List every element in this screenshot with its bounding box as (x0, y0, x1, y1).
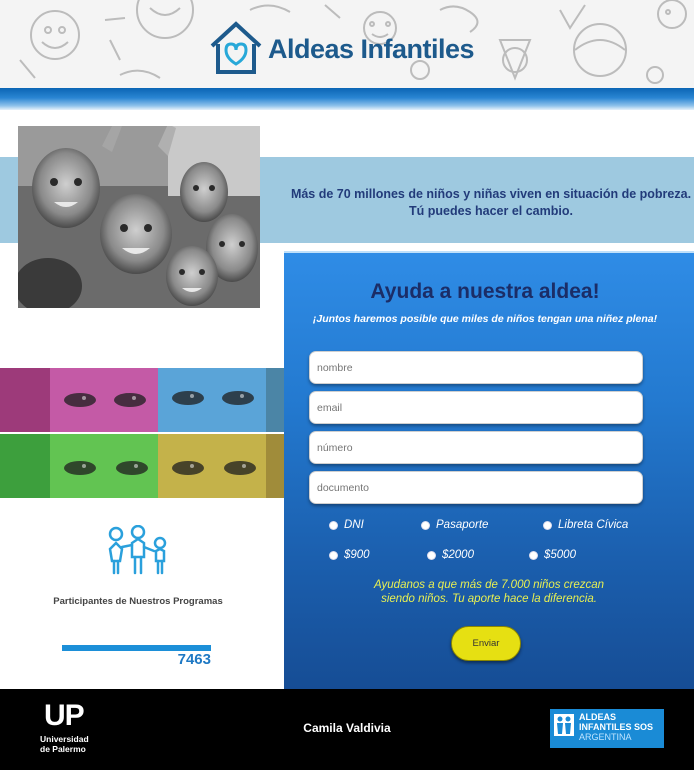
radio-libreta-civica[interactable]: Libreta Cívica (544, 519, 628, 531)
donation-form: Ayuda a nuestra aldea! ¡Juntos haremos p… (284, 251, 694, 689)
radio-amount-5000[interactable]: $5000 (530, 549, 576, 561)
header-bar (0, 88, 694, 110)
form-message-line-2: siendo niños. Tu aporte hace la diferenc… (381, 593, 597, 605)
radio-label: $2000 (442, 549, 474, 561)
radio-amount-2000[interactable]: $2000 (428, 549, 474, 561)
brand-logo[interactable]: Aldeas Infantiles (208, 20, 498, 76)
radio-label: Libreta Cívica (558, 519, 629, 531)
header: Aldeas Infantiles (0, 0, 694, 88)
radio-dot[interactable] (422, 521, 429, 529)
sos-logo[interactable]: ALDEAS INFANTILES SOS ARGENTINA (550, 709, 664, 748)
house-heart-icon (210, 21, 262, 74)
sos-line-1: ALDEAS (579, 712, 617, 722)
footer: UP Universidad de Palermo Camila Valdivi… (0, 689, 694, 770)
sos-line-3: ARGENTINA (579, 732, 632, 742)
form-subtitle: ¡Juntos haremos posible que miles de niñ… (312, 313, 658, 325)
radio-dot[interactable] (544, 521, 551, 529)
banner-text: Más de 70 millones de niños y niñas vive… (288, 186, 694, 220)
document-type-group: DNI Pasaporte Libreta Cívica (284, 519, 694, 535)
radio-pasaporte[interactable]: Pasaporte (422, 519, 488, 531)
university-name-line-2: de Palermo (40, 744, 86, 754)
radio-dni[interactable]: DNI (330, 519, 364, 531)
numero-input[interactable] (309, 431, 643, 464)
form-title: Ayuda a nuestra aldea! (370, 280, 600, 303)
radio-label: $900 (344, 549, 370, 561)
documento-input[interactable] (309, 471, 643, 504)
eyes-collage (0, 368, 284, 498)
participants-label: Participantes de Nuestros Programas (53, 596, 223, 607)
radio-label: Pasaporte (436, 519, 489, 531)
children-group-icon (108, 525, 167, 575)
radio-amount-900[interactable]: $900 (330, 549, 370, 561)
radio-dot[interactable] (530, 551, 537, 559)
amount-group: $900 $2000 $5000 (284, 549, 694, 565)
enviar-button[interactable]: Enviar (451, 626, 521, 661)
radio-dot[interactable] (330, 551, 337, 559)
sos-line-2: INFANTILES SOS (579, 722, 654, 732)
university-name: Universidad de Palermo (40, 734, 89, 754)
banner-line-2: Tú puedes hacer el cambio. (409, 204, 573, 218)
form-message: Ayudanos a que más de 7.000 niños crezca… (284, 578, 694, 606)
sos-family-icon (554, 714, 574, 736)
university-name-line-1: Universidad (40, 734, 89, 744)
email-input[interactable] (309, 391, 643, 424)
children-photo (18, 126, 260, 308)
banner-line-1: Más de 70 millones de niños y niñas vive… (290, 187, 692, 201)
radio-label: DNI (344, 519, 364, 531)
radio-dot[interactable] (428, 551, 435, 559)
radio-dot[interactable] (330, 521, 337, 529)
radio-label: $5000 (544, 549, 576, 561)
participants-count: 7463 (177, 651, 211, 668)
brand-name: Aldeas Infantiles (268, 34, 475, 64)
nombre-input[interactable] (309, 351, 643, 384)
sos-text: ALDEAS INFANTILES SOS ARGENTINA (579, 712, 653, 742)
form-message-line-1: Ayudanos a que más de 7.000 niños crezca… (373, 579, 605, 591)
